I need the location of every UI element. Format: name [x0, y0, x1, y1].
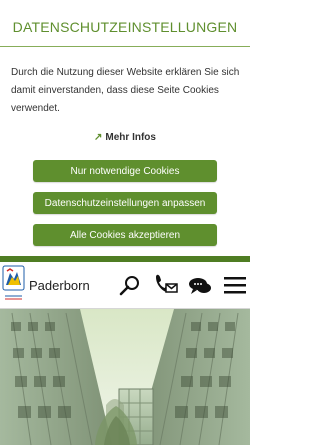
- hero-image: [0, 309, 250, 445]
- cookie-banner: DATENSCHUTZEINSTELLUNGEN Durch die Nutzu…: [0, 0, 250, 262]
- site-name[interactable]: Paderborn: [29, 278, 90, 293]
- accept-all-cookies-button[interactable]: Alle Cookies akzeptieren: [33, 224, 217, 246]
- more-info-label: Mehr Infos: [105, 132, 156, 143]
- privacy-settings-button[interactable]: Datenschutzeinstellungen anpassen: [33, 192, 217, 214]
- title-divider: [0, 46, 250, 47]
- necessary-cookies-button[interactable]: Nur notwendige Cookies: [33, 160, 217, 182]
- chat-icon[interactable]: [188, 276, 212, 300]
- cookie-title: DATENSCHUTZEINSTELLUNGEN: [12, 19, 238, 35]
- menu-icon[interactable]: [224, 276, 246, 298]
- search-icon[interactable]: [118, 274, 142, 302]
- city-logo[interactable]: [2, 265, 25, 303]
- cookie-text: Durch die Nutzung dieser Website erkläre…: [11, 67, 240, 114]
- arrow-up-right-icon: ↗: [94, 132, 103, 143]
- more-info-link[interactable]: ↗ Mehr Infos: [0, 132, 250, 143]
- contact-icon[interactable]: [151, 272, 179, 302]
- banner-bottom-bar: [0, 256, 250, 262]
